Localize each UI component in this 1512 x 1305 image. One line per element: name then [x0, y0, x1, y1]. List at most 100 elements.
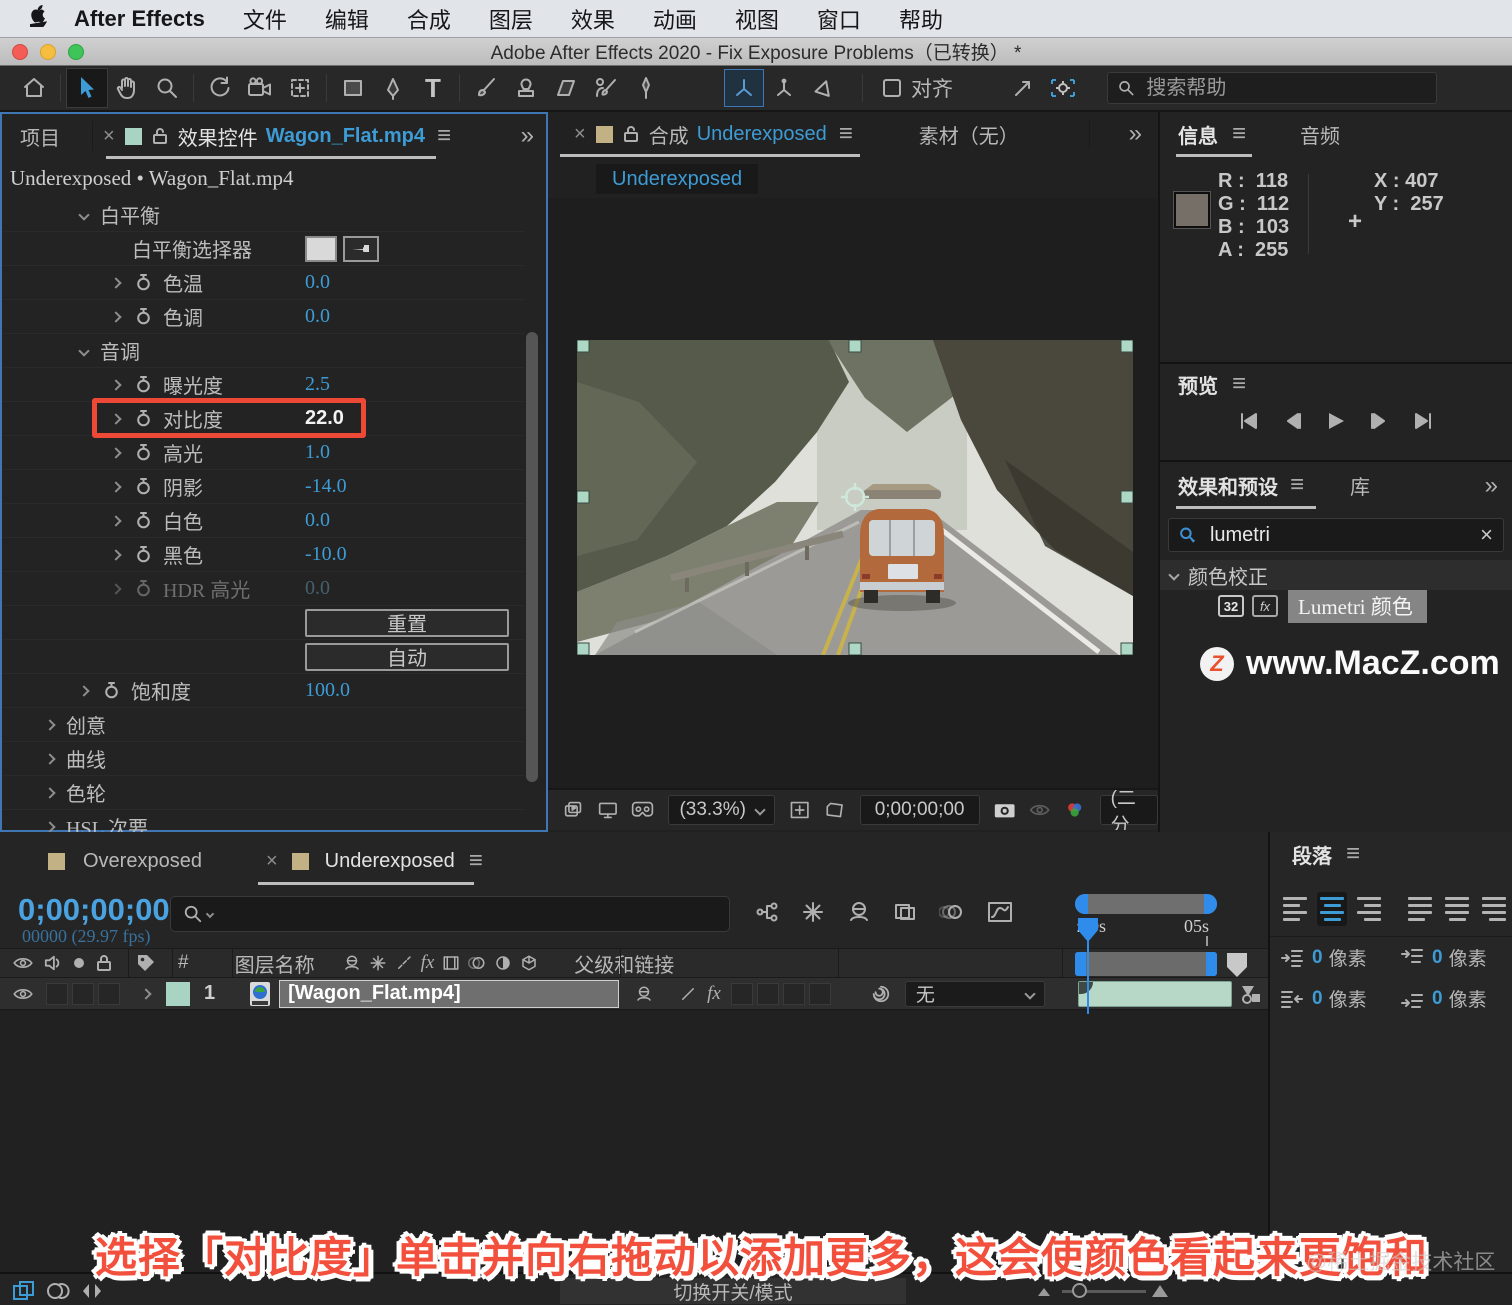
- reset-button[interactable]: 重置: [305, 608, 509, 637]
- layer-row[interactable]: 1 [Wagon_Flat.mp4] fx 无: [0, 978, 1268, 1010]
- region-of-interest-icon[interactable]: [824, 798, 845, 822]
- magnification-select[interactable]: (33.3%): [668, 795, 775, 825]
- stopwatch-icon[interactable]: [104, 682, 119, 699]
- menu-help[interactable]: 帮助: [899, 3, 943, 35]
- tab-library[interactable]: 库: [1350, 471, 1370, 500]
- unlock-icon[interactable]: [623, 125, 639, 143]
- video-eye-icon[interactable]: [12, 955, 34, 971]
- switch-box[interactable]: [756, 982, 779, 1005]
- param-value[interactable]: -14.0: [305, 475, 347, 498]
- effect-row-highlights[interactable]: 高光 1.0: [2, 436, 524, 470]
- last-frame-icon[interactable]: [1412, 412, 1434, 430]
- first-frame-icon[interactable]: [1238, 412, 1260, 430]
- effect-controls-tab-label[interactable]: 效果控件: [178, 122, 258, 151]
- stopwatch-icon[interactable]: [136, 478, 151, 495]
- local-axis-mode-icon[interactable]: [724, 69, 764, 107]
- param-value[interactable]: 0.0: [305, 305, 330, 328]
- play-icon[interactable]: [1326, 412, 1346, 430]
- graph-editor-icon[interactable]: [987, 900, 1013, 924]
- work-area-start[interactable]: [1075, 952, 1086, 976]
- help-search-input[interactable]: [1146, 76, 1426, 100]
- effects-presets-title[interactable]: 效果和预设: [1178, 471, 1278, 500]
- view-axis-mode-icon[interactable]: [804, 69, 844, 107]
- current-timecode[interactable]: 0;00;00;00: [18, 892, 170, 928]
- shy-layers-icon[interactable]: [847, 900, 871, 924]
- pen-tool-icon[interactable]: [373, 69, 413, 107]
- param-value[interactable]: 0.0: [305, 509, 330, 532]
- monitor-icon[interactable]: [598, 799, 618, 821]
- align-center-button[interactable]: [1317, 892, 1347, 926]
- stopwatch-icon[interactable]: [136, 546, 151, 563]
- app-menu-name[interactable]: After Effects: [74, 6, 205, 32]
- unlock-icon[interactable]: [152, 127, 168, 145]
- navigator-end-handle[interactable]: [1204, 894, 1217, 914]
- more-panels-icon[interactable]: »: [1485, 472, 1498, 500]
- comp-navigator-button[interactable]: Underexposed: [596, 164, 759, 194]
- motion-blur-switch-icon[interactable]: [468, 954, 486, 972]
- motion-blur-icon[interactable]: [939, 900, 965, 924]
- effect-row-saturation[interactable]: 饱和度 100.0: [2, 674, 524, 708]
- timeline-zoom-slider-handle[interactable]: [1072, 1283, 1087, 1298]
- timeline-search-field[interactable]: [170, 896, 730, 932]
- effect-group-creative[interactable]: 创意: [2, 708, 524, 742]
- effect-group-white-balance[interactable]: 白平衡: [2, 198, 524, 232]
- resolution-select[interactable]: (二分: [1099, 790, 1158, 830]
- clip-fade-handle[interactable]: [1079, 982, 1093, 994]
- audio-toggle-box[interactable]: [46, 982, 68, 1005]
- param-value[interactable]: 1.0: [305, 441, 330, 464]
- puppet-pin-tool-icon[interactable]: [626, 69, 666, 107]
- shy-switch-icon[interactable]: [343, 954, 361, 972]
- justify-last-left-button[interactable]: [1405, 892, 1435, 926]
- menu-effect[interactable]: 效果: [571, 3, 615, 35]
- frame-blending-icon[interactable]: [893, 900, 917, 924]
- clear-search-icon[interactable]: ×: [1480, 522, 1493, 548]
- panel-menu-icon[interactable]: ≡: [1232, 372, 1246, 396]
- effects-search-field[interactable]: ×: [1168, 518, 1504, 552]
- tab-audio[interactable]: 音频: [1300, 120, 1340, 149]
- grid-guides-icon[interactable]: [789, 798, 810, 822]
- lock-toggle-box[interactable]: [98, 982, 120, 1005]
- roto-brush-tool-icon[interactable]: [586, 69, 626, 107]
- effect-group-color-wheels[interactable]: 色轮: [2, 776, 524, 810]
- stopwatch-icon[interactable]: [136, 308, 151, 325]
- world-axis-mode-icon[interactable]: [764, 69, 804, 107]
- home-tool-icon[interactable]: [14, 69, 54, 107]
- panel-menu-icon[interactable]: ≡: [1290, 473, 1304, 497]
- apple-icon[interactable]: [27, 4, 48, 33]
- camera-tool-icon[interactable]: [240, 69, 280, 107]
- pan-behind-tool-icon[interactable]: [280, 69, 320, 107]
- menu-edit[interactable]: 编辑: [325, 3, 369, 35]
- composition-tab-name[interactable]: Underexposed: [697, 123, 827, 146]
- tab-overexposed[interactable]: Overexposed: [83, 850, 202, 873]
- previous-frame-icon[interactable]: [1282, 412, 1304, 430]
- show-snapshot-eye-icon[interactable]: [1029, 800, 1050, 820]
- shooting-arrow-icon[interactable]: [1003, 69, 1043, 107]
- param-value[interactable]: 100.0: [305, 679, 350, 702]
- stopwatch-icon[interactable]: [136, 444, 151, 461]
- menu-composition[interactable]: 合成: [407, 3, 451, 35]
- tab-info[interactable]: 信息: [1178, 120, 1218, 149]
- workspace-settings-icon[interactable]: [1043, 69, 1083, 107]
- collapse-switch-icon[interactable]: [369, 954, 387, 972]
- rasterize-switch-icon[interactable]: [395, 954, 413, 972]
- audio-speaker-icon[interactable]: [44, 954, 62, 972]
- effect-item-lumetri[interactable]: 32 fx Lumetri 颜色: [1160, 589, 1512, 623]
- menu-layer[interactable]: 图层: [489, 3, 533, 35]
- playhead-line[interactable]: [1087, 940, 1089, 1014]
- zoom-out-mountain-icon[interactable]: [1036, 1284, 1052, 1298]
- panel-menu-icon[interactable]: ≡: [839, 122, 853, 146]
- rectangle-tool-icon[interactable]: [333, 69, 373, 107]
- selection-tool-icon[interactable]: [66, 68, 108, 108]
- close-panel-icon[interactable]: ×: [574, 123, 586, 146]
- menu-view[interactable]: 视图: [735, 3, 779, 35]
- effect-group-tone[interactable]: 音调: [2, 334, 524, 368]
- effect-row-blacks[interactable]: 黑色 -10.0: [2, 538, 524, 572]
- solo-toggle-box[interactable]: [72, 982, 94, 1005]
- effect-row-tint[interactable]: 色调 0.0: [2, 300, 524, 334]
- more-panels-icon[interactable]: »: [1129, 120, 1142, 148]
- stopwatch-icon[interactable]: [136, 376, 151, 393]
- indent-left-field[interactable]: 0 像素: [1280, 944, 1400, 971]
- navigator-start-handle[interactable]: [1075, 894, 1088, 914]
- layer-clip-bar[interactable]: [1078, 981, 1232, 1007]
- panel-color-swatch[interactable]: [124, 127, 142, 145]
